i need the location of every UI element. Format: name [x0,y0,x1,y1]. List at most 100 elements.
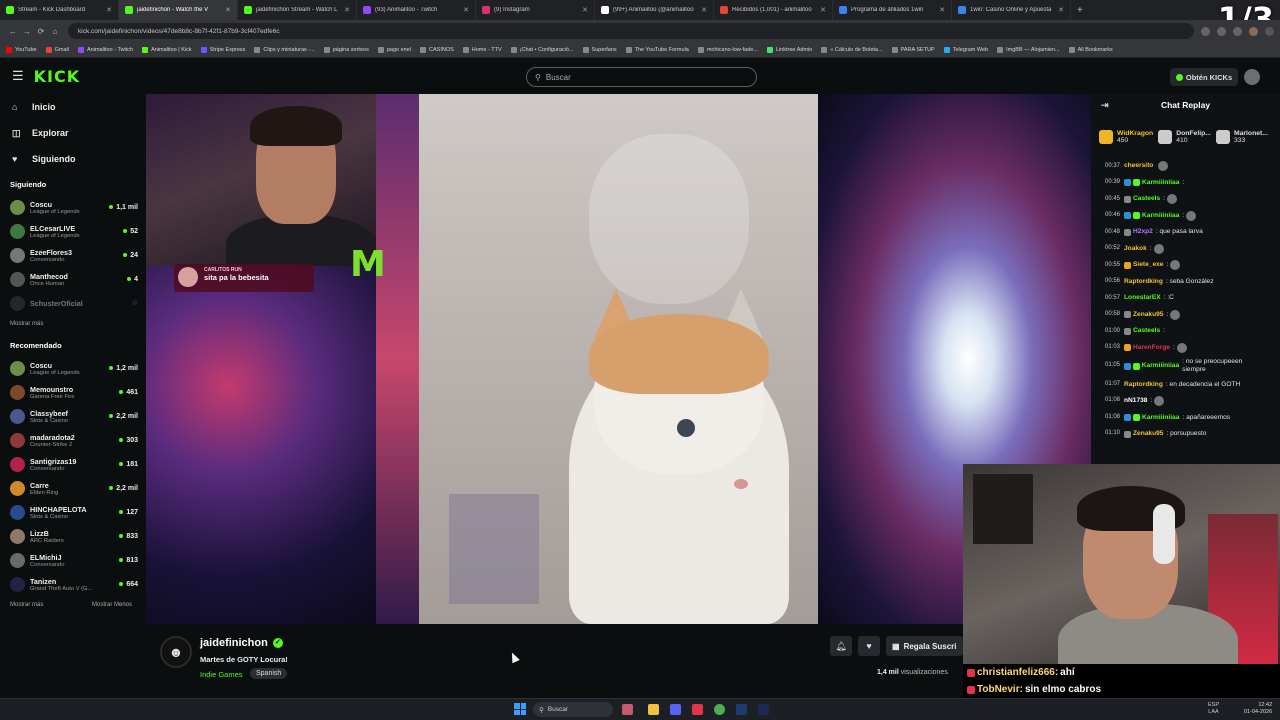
channel-item[interactable]: madaradota2 Counter-Strike 2 303 [0,428,146,452]
channel-item[interactable]: EzeeFlores3 Conversando 24 [0,243,146,267]
bookmark-item[interactable]: « Cálculo de Boleta... [821,46,883,53]
extension-icon[interactable] [1201,26,1210,36]
video-player[interactable]: M CARLITOS RUN sita pa la bebesita [146,94,1091,624]
reload-icon[interactable]: ⟳ [34,27,48,36]
clock[interactable]: 12:42 01-04-2026 [1244,702,1272,716]
chat-username[interactable]: Casteels [1133,195,1160,203]
bookmark-item[interactable]: pago enel [377,46,411,53]
bookmark-item[interactable]: CASINOS [420,46,454,53]
nav-item-explorar[interactable]: ◫ Explorar [0,120,146,146]
show-more-link[interactable]: Mostrar más [10,602,43,608]
kick-logo[interactable]: KICK [34,67,81,86]
chat-username[interactable]: cheersito [1124,162,1153,170]
channel-item[interactable]: HINCHAPELOTA Slots & Casino 127 [0,500,146,524]
close-tab-icon[interactable]: ✕ [463,6,469,14]
chat-username[interactable]: H2xp2 [1133,228,1153,236]
discord-icon[interactable] [670,704,681,715]
close-tab-icon[interactable]: ✕ [701,6,707,14]
profile-icon[interactable] [1249,26,1258,36]
close-tab-icon[interactable]: ✕ [582,6,588,14]
bookmark-item[interactable]: YouTube [6,46,37,53]
follow-heart-button[interactable]: ♥ [858,636,880,656]
taskbar-search[interactable]: ⚲ Buscar [533,702,613,717]
show-less-link[interactable]: Mostrar Menos [92,602,132,608]
browser-tab[interactable]: (9) Instagram ✕ [476,0,595,20]
close-tab-icon[interactable]: ✕ [1058,6,1064,14]
bookmark-item[interactable]: ImgBB — Alojamien... [997,46,1060,53]
notification-bell-button[interactable]: 🔔︎ [830,636,852,656]
channel-item[interactable]: Classybeef Slots & Casino 2,2 mil [0,404,146,428]
bookmark-item[interactable]: PARA SETUP [891,46,935,53]
menu-icon[interactable] [1265,26,1274,36]
new-tab-button[interactable]: + [1077,5,1083,16]
bookmark-item[interactable]: Home - TTV [462,46,502,53]
extension-icon[interactable] [1233,26,1242,36]
language-tag[interactable]: Spanish [250,668,288,679]
close-tab-icon[interactable]: ✕ [820,6,826,14]
chat-username[interactable]: Zenaku95 [1133,430,1163,438]
nav-item-inicio[interactable]: ⌂ Inicio [0,94,146,120]
channel-item[interactable]: SchusterOficial ⊘ [0,291,146,315]
bookmark-item[interactable]: Clips y miniaturas -... [254,46,315,53]
browser-tab[interactable]: 1win: Casino Online y Apuesta ✕ [952,0,1071,20]
bookmark-item[interactable]: Stripe Express [200,46,245,53]
chrome-icon[interactable] [714,704,725,715]
chat-username[interactable]: Casteels [1133,327,1160,335]
premiere-icon[interactable] [736,704,747,715]
browser-tab[interactable]: (93) Animalitoo - Twitch ✕ [357,0,476,20]
channel-item[interactable]: ELMichiJ Conversando 813 [0,548,146,572]
home-icon[interactable]: ⌂ [48,27,62,36]
category-link[interactable]: Indie Games [200,670,243,679]
channel-item[interactable]: ELCesarLIVE League of Legends 52 [0,219,146,243]
url-field[interactable]: kick.com/jaidefinichon/videos/47de8b8c-8… [68,23,1194,39]
chat-username[interactable]: HarenForge [1133,344,1170,352]
close-tab-icon[interactable]: ✕ [106,6,112,14]
bookmark-item[interactable]: The YouTube Formula [625,46,689,53]
bookmark-item[interactable]: mohicano-low-fade... [697,46,758,53]
bookmark-item[interactable]: Linktree Admin [766,46,812,53]
nav-item-siguiendo[interactable]: ♥ Siguiendo [0,146,146,172]
channel-item[interactable]: Carre Elden Ring 2,2 mil [0,476,146,500]
browser-tab[interactable]: Recibidos (1,001) - animalitoo ✕ [714,0,833,20]
browser-tab[interactable]: Stream - Kick Dashboard ✕ [0,0,119,20]
language-indicator[interactable]: ESP LAA [1208,702,1219,716]
chat-username[interactable]: Karmiiiniiaa [1142,212,1179,220]
channel-item[interactable]: LizzB ARC Raiders 833 [0,524,146,548]
chat-username[interactable]: Karmiiiniiaa [1142,362,1179,370]
widget-icon[interactable] [622,704,633,715]
bookmark-item[interactable]: Superfans [582,46,617,53]
get-kicks-button[interactable]: Obtén KICKs [1170,68,1238,86]
close-tab-icon[interactable]: ✕ [344,6,350,14]
windows-start-icon[interactable] [514,703,526,715]
close-tab-icon[interactable]: ✕ [939,6,945,14]
bookmark-item[interactable]: Animalitoo - Twitch [78,46,133,53]
bookmark-item[interactable]: ¡Chat • Configuració... [510,46,574,53]
channel-item[interactable]: Santigrizas19 Conversando 181 [0,452,146,476]
extension-icon[interactable] [1217,26,1226,36]
collapse-chat-icon[interactable]: ⇥ [1101,100,1109,111]
close-tab-icon[interactable]: ✕ [225,6,231,14]
forward-icon[interactable]: → [20,27,34,36]
browser-tab[interactable]: Programa de afiliados 1win ✕ [833,0,952,20]
bookmark-item[interactable]: Animalitoo | Kick [142,46,192,53]
channel-name[interactable]: jaidefinichon ✓ [200,637,283,649]
chat-username[interactable]: Joakok [1124,245,1147,253]
chat-username[interactable]: Karmiiiniiaa [1142,179,1179,187]
bookmark-item[interactable]: Telegram Web [943,46,988,53]
bookmark-item[interactable]: página sorteos [323,46,369,53]
browser-tab[interactable]: (99+) Animalitoo (@animalitoo ✕ [595,0,714,20]
chat-username[interactable]: LonestarEX [1124,294,1161,302]
channel-item[interactable]: Tanizen Grand Theft Auto V (G... 664 [0,572,146,596]
channel-item[interactable]: Memounstro Garena Free Fire 461 [0,380,146,404]
chat-username[interactable]: Raptordking [1124,278,1163,286]
user-avatar[interactable] [1244,69,1260,85]
channel-item[interactable]: Coscu League of Legends 1,2 mil [0,356,146,380]
browser-tab[interactable]: jaidefinichon - Watch the V ✕ [119,0,238,20]
chat-username[interactable]: Siete_exe [1133,261,1163,269]
show-more-link[interactable]: Mostrar más [0,315,146,333]
chat-username[interactable]: Raptordking [1124,381,1163,389]
back-icon[interactable]: ← [6,27,20,36]
chat-username[interactable]: nN1738 [1124,397,1147,405]
hamburger-menu-icon[interactable]: ☰ [12,68,24,84]
channel-avatar[interactable]: ☻ [160,636,192,668]
